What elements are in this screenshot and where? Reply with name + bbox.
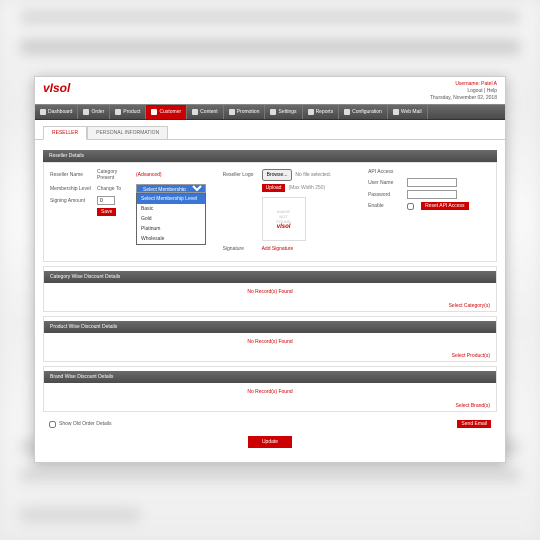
category-value: (Advanced) (136, 172, 162, 178)
membership-select-wrap: Select Membership Level Select Membershi… (136, 184, 206, 193)
maxwidth-text: (Max Width 250) (288, 185, 325, 191)
category-norecords: No Record(s) Found (44, 283, 496, 301)
customer-icon (151, 109, 157, 115)
dd-opt-basic[interactable]: Basic (137, 204, 205, 214)
signing-input[interactable] (97, 196, 115, 205)
settings-icon (270, 109, 276, 115)
mail-icon (393, 109, 399, 115)
brand-discount-section: Brand Wise Discount Details No Record(s)… (43, 366, 497, 412)
main-nav: Dashboard Order Product Customer Content… (35, 104, 505, 120)
product-discount-title: Product Wise Discount Details (44, 321, 496, 333)
brand-discount-title: Brand Wise Discount Details (44, 371, 496, 383)
nav-promotion[interactable]: Promotion (224, 105, 266, 119)
membership-label: Membership Level (50, 186, 94, 192)
show-old-check[interactable] (49, 421, 56, 428)
dashboard-icon (40, 109, 46, 115)
reset-api-button[interactable]: Reset API Access (421, 202, 468, 210)
promotion-icon (229, 109, 235, 115)
membership-dropdown: Select Membership Level Basic Gold Plati… (136, 193, 206, 245)
reports-icon (308, 109, 314, 115)
dd-opt-select[interactable]: Select Membership Level (137, 194, 205, 204)
changeto-label: Change To (97, 186, 133, 192)
app-panel: vIsol Username: Patel A Logout | Help Th… (34, 76, 506, 463)
api-enable-check[interactable] (407, 203, 414, 210)
header-right: Username: Patel A Logout | Help Thursday… (430, 81, 497, 102)
nav-webmail[interactable]: Web Mail (388, 105, 428, 119)
api-label: API Access (368, 169, 404, 175)
category-label: Category Present (97, 169, 133, 181)
nofile-text: No file selected. (295, 172, 331, 178)
nav-settings[interactable]: Settings (265, 105, 302, 119)
nav-configuration[interactable]: Configuration (339, 105, 388, 119)
api-pass-label: Password (368, 192, 404, 198)
send-email-button[interactable]: Send Email (457, 420, 491, 428)
select-categories-link[interactable]: Select Category(s) (449, 303, 490, 309)
nav-reports[interactable]: Reports (303, 105, 340, 119)
order-icon (83, 109, 89, 115)
category-discount-section: Category Wise Discount Details No Record… (43, 266, 497, 312)
product-discount-section: Product Wise Discount Details No Record(… (43, 316, 497, 362)
content-icon (192, 109, 198, 115)
nav-dashboard[interactable]: Dashboard (35, 105, 78, 119)
api-user-label: User Name (368, 180, 404, 186)
api-enable-label: Enable (368, 203, 404, 209)
product-icon (115, 109, 121, 115)
tabs: RESELLER PERSONAL INFORMATION (35, 120, 505, 140)
footer-row: Show Old Order Details Send Email (43, 416, 497, 432)
header-date: Thursday, November 02, 2018 (430, 95, 497, 102)
browse-button[interactable]: Browse... (262, 169, 293, 181)
header-links[interactable]: Logout | Help (430, 88, 497, 95)
reseller-form: Reseller NameCategory Present(Advanced) … (43, 162, 497, 262)
dd-opt-platinum[interactable]: Platinum (137, 224, 205, 234)
update-button[interactable]: Update (248, 436, 292, 448)
config-icon (344, 109, 350, 115)
nav-customer[interactable]: Customer (146, 105, 187, 119)
brand-norecords: No Record(s) Found (44, 383, 496, 401)
dd-opt-gold[interactable]: Gold (137, 214, 205, 224)
add-signature-link[interactable]: Add Signature (262, 246, 294, 252)
signing-label: Signing Amount (50, 198, 94, 204)
save-button[interactable]: Save (97, 208, 116, 216)
logo-label: Reseller Logo (223, 172, 259, 178)
select-products-link[interactable]: Select Product(s) (452, 353, 490, 359)
logo-preview: IMAGENOTFOUND vIsol (262, 197, 306, 241)
product-norecords: No Record(s) Found (44, 333, 496, 351)
show-old-orders[interactable]: Show Old Order Details (49, 421, 112, 428)
header: vIsol Username: Patel A Logout | Help Th… (35, 77, 505, 104)
nav-content[interactable]: Content (187, 105, 224, 119)
membership-select[interactable]: Select Membership Level (136, 184, 206, 193)
select-brands-link[interactable]: Select Brand(s) (456, 403, 490, 409)
logo: vIsol (43, 81, 70, 95)
nav-product[interactable]: Product (110, 105, 146, 119)
signature-label: Signature (223, 246, 259, 252)
section-reseller-details: Reseller Details (43, 150, 497, 162)
dd-opt-wholesale[interactable]: Wholesale (137, 234, 205, 244)
tab-reseller[interactable]: RESELLER (43, 126, 87, 140)
api-pass-input[interactable] (407, 190, 457, 199)
reseller-name-label: Reseller Name (50, 172, 94, 178)
upload-button[interactable]: Upload (262, 184, 286, 192)
nav-order[interactable]: Order (78, 105, 110, 119)
api-user-input[interactable] (407, 178, 457, 187)
content: Reseller Details Reseller NameCategory P… (35, 140, 505, 462)
tab-personal[interactable]: PERSONAL INFORMATION (87, 126, 168, 139)
username: Username: Patel A (430, 81, 497, 88)
category-discount-title: Category Wise Discount Details (44, 271, 496, 283)
